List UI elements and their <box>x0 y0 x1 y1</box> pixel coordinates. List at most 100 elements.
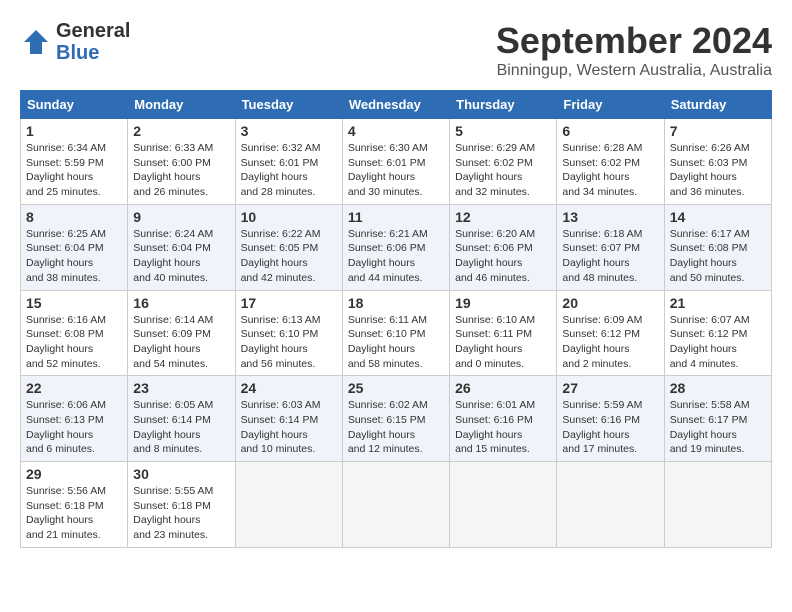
day-info: Sunrise: 6:16 AMSunset: 6:08 PMDaylight … <box>26 313 122 372</box>
day-cell: 25 Sunrise: 6:02 AMSunset: 6:15 PMDaylig… <box>342 376 449 462</box>
day-number: 16 <box>133 295 229 311</box>
day-info: Sunrise: 6:02 AMSunset: 6:15 PMDaylight … <box>348 398 444 457</box>
day-cell: 30 Sunrise: 5:55 AMSunset: 6:18 PMDaylig… <box>128 462 235 548</box>
day-number: 30 <box>133 466 229 482</box>
day-number: 8 <box>26 209 122 225</box>
day-cell: 19 Sunrise: 6:10 AMSunset: 6:11 PMDaylig… <box>450 290 557 376</box>
day-number: 27 <box>562 380 658 396</box>
day-cell: 10 Sunrise: 6:22 AMSunset: 6:05 PMDaylig… <box>235 204 342 290</box>
header-thursday: Thursday <box>450 91 557 119</box>
day-info: Sunrise: 6:26 AMSunset: 6:03 PMDaylight … <box>670 141 766 200</box>
day-info: Sunrise: 6:06 AMSunset: 6:13 PMDaylight … <box>26 398 122 457</box>
day-cell: 4 Sunrise: 6:30 AMSunset: 6:01 PMDayligh… <box>342 119 449 205</box>
day-number: 1 <box>26 123 122 139</box>
day-cell: 29 Sunrise: 5:56 AMSunset: 6:18 PMDaylig… <box>21 462 128 548</box>
day-number: 12 <box>455 209 551 225</box>
day-info: Sunrise: 6:07 AMSunset: 6:12 PMDaylight … <box>670 313 766 372</box>
day-cell: 8 Sunrise: 6:25 AMSunset: 6:04 PMDayligh… <box>21 204 128 290</box>
day-info: Sunrise: 6:10 AMSunset: 6:11 PMDaylight … <box>455 313 551 372</box>
day-info: Sunrise: 6:21 AMSunset: 6:06 PMDaylight … <box>348 227 444 286</box>
day-number: 11 <box>348 209 444 225</box>
day-cell: 11 Sunrise: 6:21 AMSunset: 6:06 PMDaylig… <box>342 204 449 290</box>
day-cell: 7 Sunrise: 6:26 AMSunset: 6:03 PMDayligh… <box>664 119 771 205</box>
day-info: Sunrise: 6:34 AMSunset: 5:59 PMDaylight … <box>26 141 122 200</box>
day-info: Sunrise: 6:29 AMSunset: 6:02 PMDaylight … <box>455 141 551 200</box>
day-number: 10 <box>241 209 337 225</box>
day-cell: 1 Sunrise: 6:34 AMSunset: 5:59 PMDayligh… <box>21 119 128 205</box>
day-number: 29 <box>26 466 122 482</box>
day-info: Sunrise: 6:01 AMSunset: 6:16 PMDaylight … <box>455 398 551 457</box>
day-info: Sunrise: 6:32 AMSunset: 6:01 PMDaylight … <box>241 141 337 200</box>
day-cell: 24 Sunrise: 6:03 AMSunset: 6:14 PMDaylig… <box>235 376 342 462</box>
page-subtitle: Binningup, Western Australia, Australia <box>496 62 772 80</box>
day-number: 26 <box>455 380 551 396</box>
day-cell: 5 Sunrise: 6:29 AMSunset: 6:02 PMDayligh… <box>450 119 557 205</box>
day-number: 18 <box>348 295 444 311</box>
day-info: Sunrise: 6:11 AMSunset: 6:10 PMDaylight … <box>348 313 444 372</box>
day-number: 13 <box>562 209 658 225</box>
day-cell: 12 Sunrise: 6:20 AMSunset: 6:06 PMDaylig… <box>450 204 557 290</box>
day-number: 7 <box>670 123 766 139</box>
calendar-table: Sunday Monday Tuesday Wednesday Thursday… <box>20 90 772 548</box>
day-info: Sunrise: 5:58 AMSunset: 6:17 PMDaylight … <box>670 398 766 457</box>
day-number: 28 <box>670 380 766 396</box>
day-number: 19 <box>455 295 551 311</box>
day-cell: 13 Sunrise: 6:18 AMSunset: 6:07 PMDaylig… <box>557 204 664 290</box>
day-info: Sunrise: 6:33 AMSunset: 6:00 PMDaylight … <box>133 141 229 200</box>
day-cell: 2 Sunrise: 6:33 AMSunset: 6:00 PMDayligh… <box>128 119 235 205</box>
day-number: 22 <box>26 380 122 396</box>
day-number: 20 <box>562 295 658 311</box>
empty-cell <box>664 462 771 548</box>
day-cell: 17 Sunrise: 6:13 AMSunset: 6:10 PMDaylig… <box>235 290 342 376</box>
calendar-header-row: Sunday Monday Tuesday Wednesday Thursday… <box>21 91 772 119</box>
day-number: 21 <box>670 295 766 311</box>
day-cell: 3 Sunrise: 6:32 AMSunset: 6:01 PMDayligh… <box>235 119 342 205</box>
day-cell: 14 Sunrise: 6:17 AMSunset: 6:08 PMDaylig… <box>664 204 771 290</box>
calendar-week-5: 29 Sunrise: 5:56 AMSunset: 6:18 PMDaylig… <box>21 462 772 548</box>
empty-cell <box>450 462 557 548</box>
day-cell: 26 Sunrise: 6:01 AMSunset: 6:16 PMDaylig… <box>450 376 557 462</box>
day-info: Sunrise: 6:30 AMSunset: 6:01 PMDaylight … <box>348 141 444 200</box>
day-info: Sunrise: 5:55 AMSunset: 6:18 PMDaylight … <box>133 484 229 543</box>
day-info: Sunrise: 6:13 AMSunset: 6:10 PMDaylight … <box>241 313 337 372</box>
day-cell: 18 Sunrise: 6:11 AMSunset: 6:10 PMDaylig… <box>342 290 449 376</box>
header-friday: Friday <box>557 91 664 119</box>
day-cell: 9 Sunrise: 6:24 AMSunset: 6:04 PMDayligh… <box>128 204 235 290</box>
logo-line1: General <box>56 20 130 42</box>
day-number: 6 <box>562 123 658 139</box>
header-sunday: Sunday <box>21 91 128 119</box>
calendar-week-1: 1 Sunrise: 6:34 AMSunset: 5:59 PMDayligh… <box>21 119 772 205</box>
day-cell: 20 Sunrise: 6:09 AMSunset: 6:12 PMDaylig… <box>557 290 664 376</box>
day-number: 9 <box>133 209 229 225</box>
day-info: Sunrise: 6:09 AMSunset: 6:12 PMDaylight … <box>562 313 658 372</box>
day-info: Sunrise: 6:22 AMSunset: 6:05 PMDaylight … <box>241 227 337 286</box>
calendar-week-2: 8 Sunrise: 6:25 AMSunset: 6:04 PMDayligh… <box>21 204 772 290</box>
day-number: 4 <box>348 123 444 139</box>
day-info: Sunrise: 6:17 AMSunset: 6:08 PMDaylight … <box>670 227 766 286</box>
empty-cell <box>557 462 664 548</box>
calendar-week-4: 22 Sunrise: 6:06 AMSunset: 6:13 PMDaylig… <box>21 376 772 462</box>
day-number: 24 <box>241 380 337 396</box>
day-info: Sunrise: 6:05 AMSunset: 6:14 PMDaylight … <box>133 398 229 457</box>
day-info: Sunrise: 5:59 AMSunset: 6:16 PMDaylight … <box>562 398 658 457</box>
day-number: 14 <box>670 209 766 225</box>
day-number: 5 <box>455 123 551 139</box>
day-info: Sunrise: 6:20 AMSunset: 6:06 PMDaylight … <box>455 227 551 286</box>
empty-cell <box>235 462 342 548</box>
day-info: Sunrise: 6:24 AMSunset: 6:04 PMDaylight … <box>133 227 229 286</box>
day-number: 17 <box>241 295 337 311</box>
header-wednesday: Wednesday <box>342 91 449 119</box>
logo: General Blue <box>20 20 130 64</box>
day-number: 25 <box>348 380 444 396</box>
day-cell: 21 Sunrise: 6:07 AMSunset: 6:12 PMDaylig… <box>664 290 771 376</box>
page-header: General Blue September 2024 Binningup, W… <box>20 20 772 80</box>
header-tuesday: Tuesday <box>235 91 342 119</box>
day-cell: 28 Sunrise: 5:58 AMSunset: 6:17 PMDaylig… <box>664 376 771 462</box>
day-number: 3 <box>241 123 337 139</box>
day-cell: 27 Sunrise: 5:59 AMSunset: 6:16 PMDaylig… <box>557 376 664 462</box>
empty-cell <box>342 462 449 548</box>
day-cell: 22 Sunrise: 6:06 AMSunset: 6:13 PMDaylig… <box>21 376 128 462</box>
day-number: 15 <box>26 295 122 311</box>
day-info: Sunrise: 6:28 AMSunset: 6:02 PMDaylight … <box>562 141 658 200</box>
day-number: 23 <box>133 380 229 396</box>
